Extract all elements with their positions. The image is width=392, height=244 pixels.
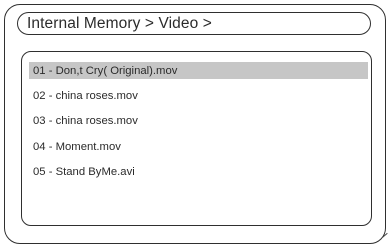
file-item-1[interactable]: 01 - Don,t Cry( Original).mov [29, 62, 368, 79]
file-list: 01 - Don,t Cry( Original).mov 02 - china… [29, 62, 368, 189]
breadcrumb: Internal Memory > Video > [17, 12, 371, 35]
file-item-3[interactable]: 03 - china roses.mov [29, 113, 368, 130]
file-item-label: 03 - china roses.mov [33, 115, 138, 128]
file-item-5[interactable]: 05 - Stand ByMe.avi [29, 164, 368, 181]
file-item-label: 04 - Moment.mov [33, 140, 121, 153]
breadcrumb-path: Internal Memory > Video > [27, 14, 212, 32]
file-item-2[interactable]: 02 - china roses.mov [29, 87, 368, 104]
corner-tick-mark [382, 232, 392, 243]
file-list-panel: 01 - Don,t Cry( Original).mov 02 - china… [21, 51, 372, 226]
file-item-label: 05 - Stand ByMe.avi [33, 166, 135, 179]
file-item-4[interactable]: 04 - Moment.mov [29, 138, 368, 155]
file-item-label: 01 - Don,t Cry( Original).mov [33, 64, 178, 77]
file-item-label: 02 - china roses.mov [33, 89, 138, 102]
